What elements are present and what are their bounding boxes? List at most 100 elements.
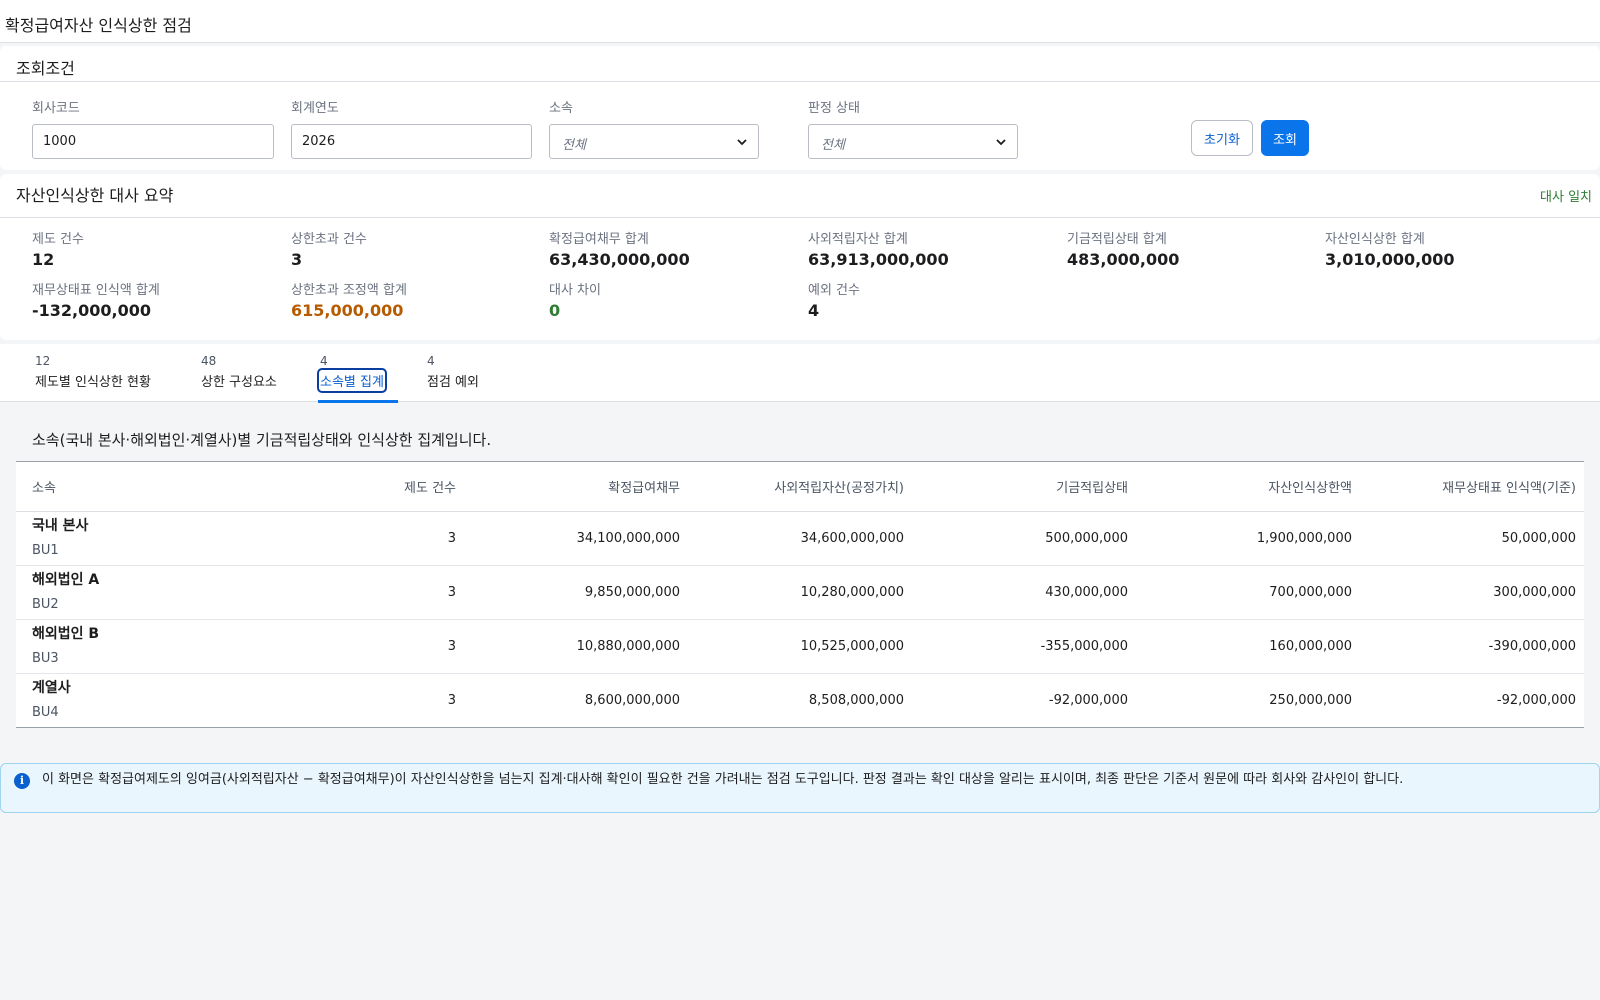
tab-plan-status[interactable]: 12 제도별 인식상한 현황 [33, 344, 173, 402]
plan-assets-cell: 8,508,000,000 [808, 693, 904, 708]
metric-label: 제도 건수 [32, 232, 84, 247]
affiliation-cell: 해외법인 A BU2 [16, 565, 240, 620]
dbo-cell: 8,600,000,000 [584, 693, 680, 708]
metric-value-ok: 0 [549, 301, 561, 320]
table-header-row: 소속 제도 건수 확정급여채무 사외적립자산(공정가치) 기금적립상태 자산인식… [16, 461, 1584, 512]
plan-count-cell: 3 [240, 565, 464, 620]
affiliation-code: BU1 [32, 543, 59, 558]
summary-panel-title: 자산인식상한 대사 요약 [16, 186, 174, 205]
asset-ceiling-cell: 1,900,000,000 [1136, 511, 1360, 566]
divider [0, 81, 1600, 82]
plan-count-cell: 3 [240, 619, 464, 674]
search-button[interactable]: 조회 [1261, 120, 1309, 156]
column-header-plan-assets[interactable]: 사외적립자산(공정가치) [688, 461, 912, 512]
company-code-input[interactable] [32, 124, 274, 159]
recognized-amount-cell: -92,000,000 [1496, 693, 1576, 708]
summary-panel: 자산인식상한 대사 요약 대사 일치 제도 건수 12 상한초과 건수 3 확정… [0, 174, 1600, 340]
tab-count: 12 [35, 354, 51, 368]
affiliation-code: BU4 [32, 705, 59, 720]
search-panel: 조회조건 회사코드 회계연도 소속 전체 판정 상태 전체 초기화 조회 [0, 46, 1600, 170]
metric-label: 상한초과 조정액 합계 [291, 283, 407, 298]
tab-label: 소속별 집계 [317, 368, 387, 393]
metric-value: 3 [291, 250, 303, 269]
metric-label: 기금적립상태 합계 [1067, 232, 1167, 247]
dbo-cell: 9,850,000,000 [464, 565, 688, 620]
dbo-cell: 10,880,000,000 [464, 619, 688, 674]
affiliation-name: 해외법인 B [32, 626, 100, 642]
affiliation-cell: 국내 본사 BU1 [16, 511, 240, 566]
funded-status-cell: -92,000,000 [1048, 693, 1128, 708]
search-panel-title: 조회조건 [16, 59, 75, 78]
table-row[interactable]: 계열사 BU4 3 8,600,000,000 8,508,000,000 -9… [16, 674, 1584, 728]
affiliation-name: 계열사 [32, 680, 71, 696]
plan-count-cell: 3 [447, 693, 456, 708]
metric-label: 사외적립자산 합계 [808, 232, 908, 247]
column-header-affiliation[interactable]: 소속 [16, 461, 240, 512]
affiliation-code: BU3 [32, 651, 59, 666]
tab-label: 상한 구성요소 [201, 375, 277, 390]
tab-label: 제도별 인식상한 현황 [35, 375, 151, 390]
info-notice-text: 이 화면은 확정급여제도의 잉여금(사외적립자산 − 확정급여채무)이 자산인식… [42, 772, 1404, 787]
metric-value-warning: 615,000,000 [291, 301, 404, 320]
affiliation-name: 국내 본사 [32, 518, 89, 534]
tab-inspection-exceptions[interactable]: 4 점검 예외 [425, 344, 493, 402]
tab-ceiling-components[interactable]: 48 상한 구성요소 [199, 344, 294, 402]
funded-status-cell: -355,000,000 [912, 619, 1136, 674]
tab-count: 48 [201, 354, 217, 368]
column-header-asset-ceiling[interactable]: 자산인식상한액 [1136, 461, 1360, 512]
column-header-funded-status[interactable]: 기금적립상태 [912, 461, 1136, 512]
page-header: 확정급여자산 인식상한 점검 [0, 0, 1600, 43]
metric-value: -132,000,000 [32, 301, 151, 320]
metric-value: 63,430,000,000 [549, 250, 690, 269]
funded-status-cell: 430,000,000 [912, 565, 1136, 620]
plan-count-cell: 3 [240, 511, 464, 566]
affiliation-label: 소속 [549, 101, 573, 116]
affiliation-cell: 계열사 BU4 [16, 674, 240, 728]
affiliation-selected-value: 전체 [562, 138, 586, 153]
active-tab-indicator [318, 400, 398, 403]
company-code-label: 회사코드 [32, 101, 80, 116]
asset-ceiling-cell: 160,000,000 [1136, 619, 1360, 674]
table-row[interactable]: 해외법인 A BU2 3 9,850,000,000 10,280,000,00… [16, 565, 1584, 620]
dbo-cell: 34,100,000,000 [464, 511, 688, 566]
metric-label: 예외 건수 [808, 283, 860, 298]
plan-assets-cell: 10,525,000,000 [688, 619, 912, 674]
column-header-dbo[interactable]: 확정급여채무 [464, 461, 688, 512]
plan-assets-cell: 10,280,000,000 [688, 565, 912, 620]
column-header-recognized-amount[interactable]: 재무상태표 인식액(기준) [1360, 461, 1584, 512]
recognized-amount-cell: 50,000,000 [1360, 511, 1584, 566]
affiliation-name: 해외법인 A [32, 572, 100, 588]
affiliation-select[interactable]: 전체 [549, 124, 759, 159]
affiliation-summary-table: 소속 제도 건수 확정급여채무 사외적립자산(공정가치) 기금적립상태 자산인식… [16, 461, 1584, 728]
metric-label: 확정급여채무 합계 [549, 232, 649, 247]
table-row[interactable]: 해외법인 B BU3 3 10,880,000,000 10,525,000,0… [16, 619, 1584, 674]
asset-ceiling-cell: 700,000,000 [1136, 565, 1360, 620]
funded-status-cell: 500,000,000 [912, 511, 1136, 566]
tab-affiliation-summary[interactable]: 4 소속별 집계 [317, 344, 398, 403]
metric-label: 대사 차이 [549, 283, 601, 298]
reconciliation-status-badge: 대사 일치 [1540, 190, 1592, 205]
chevron-down-icon [737, 139, 747, 146]
metric-value: 483,000,000 [1067, 250, 1180, 269]
judgment-status-selected-value: 전체 [821, 138, 845, 153]
fiscal-year-label: 회계연도 [291, 101, 339, 116]
judgment-status-label: 판정 상태 [808, 101, 860, 116]
section-description: 소속(국내 본사·해외법인·계열사)별 기금적립상태와 인식상한 집계입니다. [32, 431, 492, 449]
metric-label: 자산인식상한 합계 [1325, 232, 1425, 247]
tab-count: 4 [427, 354, 435, 368]
affiliation-code: BU2 [32, 597, 59, 612]
metric-label: 상한초과 건수 [291, 232, 367, 247]
page-title: 확정급여자산 인식상한 점검 [5, 16, 192, 35]
info-notice: i 이 화면은 확정급여제도의 잉여금(사외적립자산 − 확정급여채무)이 자산… [0, 763, 1600, 813]
fiscal-year-input[interactable] [291, 124, 532, 159]
table-row[interactable]: 국내 본사 BU1 3 34,100,000,000 34,600,000,00… [16, 511, 1584, 566]
tab-label: 점검 예외 [427, 375, 479, 390]
metric-value: 63,913,000,000 [808, 250, 949, 269]
reset-button[interactable]: 초기화 [1191, 120, 1253, 156]
info-icon: i [14, 773, 30, 789]
recognized-amount-cell: 300,000,000 [1360, 565, 1584, 620]
plan-assets-cell: 34,600,000,000 [688, 511, 912, 566]
judgment-status-select[interactable]: 전체 [808, 124, 1018, 159]
column-header-plan-count[interactable]: 제도 건수 [240, 461, 464, 512]
chevron-down-icon [996, 139, 1006, 146]
